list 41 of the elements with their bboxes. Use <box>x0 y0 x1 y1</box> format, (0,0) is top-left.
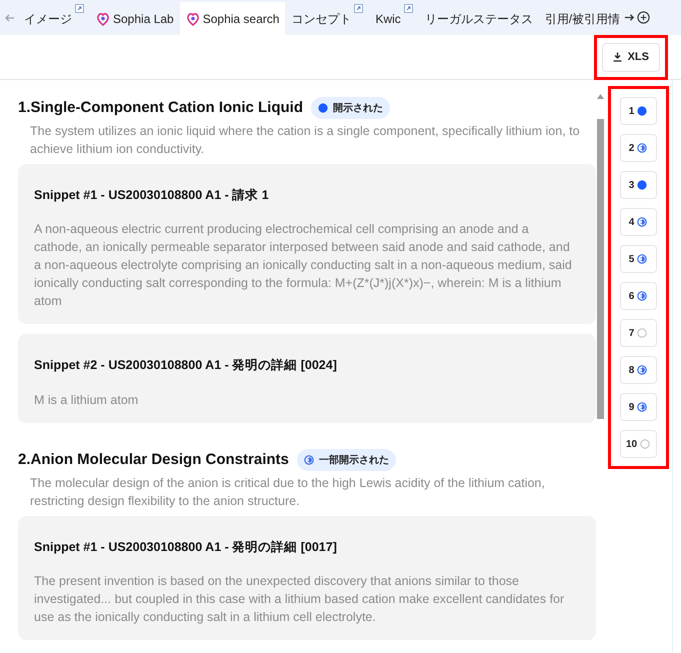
snippet-title: Snippet #1 - US20030108800 A1 - 請求 1 <box>34 186 270 204</box>
status-badge: 一部開示された <box>296 449 396 472</box>
section-title: 2.Anion Molecular Design Constraints <box>18 450 289 470</box>
external-link-icon <box>354 4 364 13</box>
section-nav-button[interactable]: 5 <box>620 245 656 273</box>
section-nav-button[interactable]: 3 <box>620 171 656 199</box>
section-nav-button[interactable]: 2 <box>620 134 656 162</box>
section-nav-button[interactable]: 7 <box>620 319 656 347</box>
external-link-icon <box>404 4 413 13</box>
section-nav-button[interactable]: 8 <box>620 356 656 384</box>
snippet-text: M is a lithium atom <box>34 392 140 409</box>
tab[interactable]: コンセプト <box>285 2 370 35</box>
xls-button[interactable]: XLS <box>602 42 660 72</box>
logo-icon <box>96 12 110 26</box>
logo-icon <box>186 12 200 26</box>
section-nav-button[interactable]: 4 <box>620 208 656 236</box>
status-badge: 開示された <box>311 97 390 120</box>
add-tab-icon[interactable] <box>637 11 650 24</box>
tab[interactable]: Sophia search <box>180 2 286 35</box>
section-description: The system utilizes an ionic liquid where the cation is a single component, specifically lithium ion, to achieve lithium ion conductivity. <box>29 122 581 158</box>
scroll-thumb[interactable] <box>596 119 604 419</box>
scroll-up-icon[interactable] <box>596 94 604 99</box>
download-icon <box>612 52 622 62</box>
external-link-icon <box>75 4 84 13</box>
tab[interactable]: リーガルステータス <box>418 2 539 35</box>
snippet-title: Snippet #1 - US20030108800 A1 - 発明の詳細 [0017] <box>34 538 338 556</box>
tab[interactable]: 引用/被引用情 <box>538 2 626 35</box>
snippet-title: Snippet #2 - US20030108800 A1 - 発明の詳細 [0024] <box>34 357 338 374</box>
back-arrow-icon[interactable] <box>4 12 16 24</box>
snippet-text: A non-aqueous electric current producing electrochemical cell comprising an anode and a cathode, an ionically permeable separator interposed between said anode and said cathode, and a non-aqueous electrolyte comprising an ionically conducting salt in a non-aqueous medium, said ionically conducting salt corresponding to the formula: M+(Z*(J*)j(X*)x)−, wherein: M is a lithium atom <box>34 221 573 310</box>
section-nav-button[interactable]: 6 <box>620 282 656 310</box>
tab[interactable]: Sophia Lab <box>90 2 180 35</box>
section-description: The molecular design of the anion is critical due to the high Lewis acidity of the lithium cation, restricting design flexibility to the anion structure. <box>29 474 546 510</box>
section-nav-button[interactable]: 9 <box>620 393 656 421</box>
tab[interactable]: イメージ <box>18 2 90 35</box>
tab[interactable]: Kwic <box>369 2 419 35</box>
snippet-text: The present invention is based on the unexpected discovery that anions similar to those investigated... but coupled in this case with a lithium based cation make excellent candidates for use as the ionically conducting salt in a lithium cell electrolyte. <box>34 573 566 626</box>
section-nav-button[interactable]: 1 <box>620 97 656 125</box>
section-title: 1.Single-Component Cation Ionic Liquid <box>18 98 303 118</box>
right-arrow-icon[interactable] <box>624 12 636 23</box>
section-nav-button[interactable]: 10 <box>620 430 656 458</box>
